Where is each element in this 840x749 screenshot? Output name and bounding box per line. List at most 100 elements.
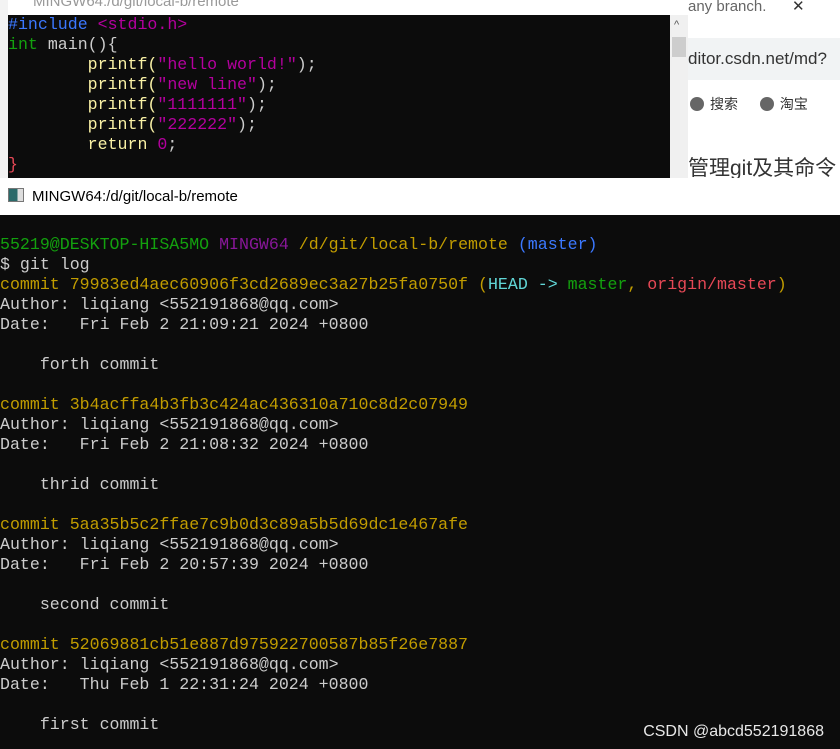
code-line: printf("hello world!");: [8, 55, 670, 75]
terminal-line-segment: Author: liqiang <552191868@qq.com>: [0, 655, 339, 674]
terminal-line-segment: forth commit: [0, 355, 160, 374]
code-line-segment: );: [296, 55, 317, 74]
terminal-output[interactable]: 55219@DESKTOP-HISA5MO MINGW64 /d/git/loc…: [0, 235, 840, 735]
terminal-line-segment: ,: [627, 275, 648, 294]
terminal-line-segment: commit 3b4acffa4b3fb3c424ac436310a710c8d…: [0, 395, 469, 414]
code-line: printf("new line");: [8, 75, 670, 95]
code-line-segment: "222222": [157, 115, 238, 134]
terminal-line: $ git log: [0, 255, 840, 275]
code-line-segment: main(){: [37, 35, 118, 54]
code-line: return 0;: [8, 135, 670, 155]
globe-icon: [690, 97, 704, 111]
code-line-segment: 0: [157, 135, 168, 154]
code-line-segment: printf(: [8, 115, 158, 134]
terminal-line-segment: master: [567, 275, 628, 294]
terminal-line: commit 52069881cb51e887d975922700587b85f…: [0, 635, 840, 655]
scrollbar-thumb[interactable]: [672, 37, 686, 57]
tab-label: any branch.: [688, 0, 767, 15]
terminal-line-segment: MINGW64: [219, 235, 299, 254]
code-line-segment: );: [237, 115, 257, 134]
scroll-up-icon[interactable]: ^: [674, 19, 679, 31]
code-line-segment: "1111111": [157, 95, 247, 114]
terminal-title-bar[interactable]: MINGW64:/d/git/local-b/remote: [0, 178, 840, 215]
editor-code-area[interactable]: #include <stdio.h> int main(){ printf("he…: [8, 15, 670, 178]
code-line: printf("1111111");: [8, 95, 670, 115]
terminal-line: Author: liqiang <552191868@qq.com>: [0, 655, 840, 675]
code-line: }: [8, 155, 670, 175]
terminal-line: Date: Fri Feb 2 21:09:21 2024 +0800: [0, 315, 840, 335]
code-line-segment: }: [8, 155, 18, 174]
terminal-line: Date: Fri Feb 2 21:08:32 2024 +0800: [0, 435, 840, 455]
terminal-title: MINGW64:/d/git/local-b/remote: [32, 188, 238, 205]
code-line: printf("222222");: [8, 115, 670, 135]
code-line: #include <stdio.h>: [8, 15, 670, 35]
bookmark-taobao[interactable]: 淘宝: [780, 96, 808, 112]
terminal-line-segment: Author: liqiang <552191868@qq.com>: [0, 535, 339, 554]
code-line-segment: printf(: [8, 75, 158, 94]
terminal-line-segment: (: [477, 275, 488, 294]
terminal-line-segment: Author: liqiang <552191868@qq.com>: [0, 295, 339, 314]
terminal-line-segment: origin/master: [647, 275, 777, 294]
terminal-line-segment: commit 52069881cb51e887d975922700587b85f…: [0, 635, 469, 654]
code-line-segment: <stdio.h>: [97, 15, 188, 34]
editor-window-title: MINGW64:/d/git/local-b/remote: [8, 0, 688, 15]
terminal-app-icon: [8, 188, 24, 202]
code-line-segment: return: [8, 135, 158, 154]
terminal-line: commit 5aa35b5c2ffae7c9b0d3c89a5b5d69dc1…: [0, 515, 840, 535]
terminal-line-segment: Date: Fri Feb 2 21:09:21 2024 +0800: [0, 315, 369, 334]
terminal-line: 55219@DESKTOP-HISA5MO MINGW64 /d/git/loc…: [0, 235, 840, 255]
address-bar[interactable]: ditor.csdn.net/md?: [688, 38, 840, 80]
terminal-line-segment: Date: Fri Feb 2 21:08:32 2024 +0800: [0, 435, 369, 454]
terminal-line-segment: commit 5aa35b5c2ffae7c9b0d3c89a5b5d69dc1…: [0, 515, 469, 534]
code-line-segment: );: [256, 75, 277, 94]
terminal-line-segment: HEAD ->: [487, 275, 568, 294]
editor-window[interactable]: MINGW64:/d/git/local-b/remote #include <…: [8, 0, 688, 178]
terminal-line: thrid commit: [0, 475, 840, 495]
terminal-line-segment: Date: Fri Feb 2 20:57:39 2024 +0800: [0, 555, 369, 574]
terminal-line-segment: ): [776, 275, 787, 294]
terminal-line-segment: Date: Thu Feb 1 22:31:24 2024 +0800: [0, 675, 369, 694]
terminal-line-segment: 55219@DESKTOP-HISA5MO: [0, 235, 220, 254]
close-tab-icon[interactable]: ✕: [792, 0, 805, 14]
terminal-line: Author: liqiang <552191868@qq.com>: [0, 295, 840, 315]
terminal-line-segment: commit 79983ed4aec60906f3cd2689ec3a27b25…: [0, 275, 478, 294]
globe-icon: [759, 97, 774, 111]
code-line-segment: ;: [167, 135, 178, 154]
terminal-line: commit 79983ed4aec60906f3cd2689ec3a27b25…: [0, 275, 840, 295]
browser-tab[interactable]: any branch. ✕: [688, 0, 840, 15]
code-line-segment: "hello world!": [157, 55, 297, 74]
code-line-segment: printf(: [8, 55, 158, 74]
code-line: int main(){: [8, 35, 670, 55]
code-line-segment: );: [247, 95, 267, 114]
terminal-line: second commit: [0, 595, 840, 615]
watermark: CSDN @abcd552191868: [643, 723, 824, 740]
browser-window: any branch. ✕ ditor.csdn.net/md? 搜索 淘宝 管理…: [688, 0, 840, 180]
bookmark-search[interactable]: 搜索: [710, 96, 738, 112]
terminal-line-segment: first commit: [0, 715, 160, 734]
terminal-line: Date: Thu Feb 1 22:31:24 2024 +0800: [0, 675, 840, 695]
code-line-segment: #include: [8, 15, 98, 34]
terminal-line: Author: liqiang <552191868@qq.com>: [0, 535, 840, 555]
code-line-segment: int: [8, 35, 38, 54]
terminal-line: commit 3b4acffa4b3fb3c424ac436310a710c8d…: [0, 395, 840, 415]
code-line-segment: "new line": [157, 75, 257, 94]
background-window-edge: [0, 0, 8, 178]
terminal-line-segment: Author: liqiang <552191868@qq.com>: [0, 415, 339, 434]
terminal-line-segment: /d/git/local-b/remote: [298, 235, 518, 254]
terminal-line-segment: second commit: [0, 595, 170, 614]
bookmarks-bar: 搜索 淘宝: [688, 94, 808, 114]
editor-scrollbar[interactable]: ^: [670, 15, 688, 178]
terminal-line-segment: $ git log: [0, 255, 90, 274]
terminal-line-segment: (master): [517, 235, 598, 254]
code-line-segment: printf(: [8, 95, 158, 114]
terminal-line-segment: thrid commit: [0, 475, 160, 494]
terminal-window[interactable]: MINGW64:/d/git/local-b/remote 55219@DESK…: [0, 178, 840, 749]
terminal-line: forth commit: [0, 355, 840, 375]
terminal-line: Date: Fri Feb 2 20:57:39 2024 +0800: [0, 555, 840, 575]
